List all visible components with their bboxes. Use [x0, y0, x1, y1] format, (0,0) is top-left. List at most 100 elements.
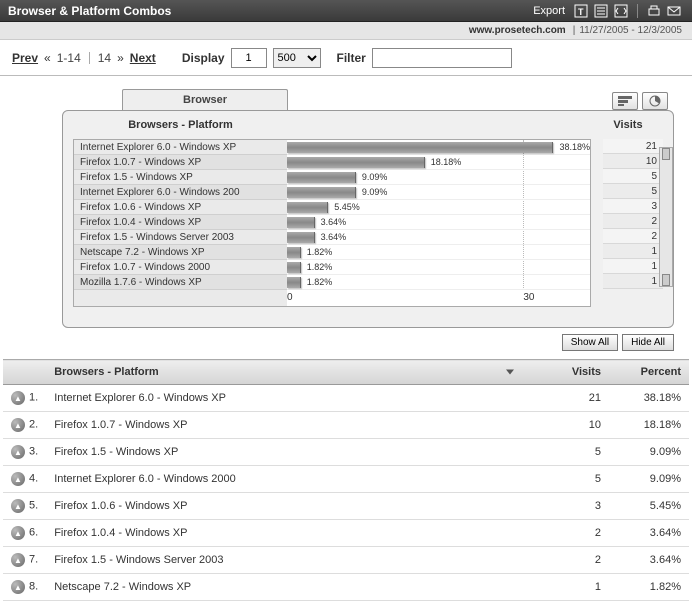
row-name: Firefox 1.5 - Windows XP	[46, 439, 529, 466]
chart-scrollbar[interactable]	[659, 147, 673, 287]
chart-value-row: 5	[603, 169, 663, 184]
chart-bar-percent-label: 1.82%	[307, 247, 333, 257]
chart-bar	[287, 202, 328, 213]
chart-bar-view-button[interactable]	[612, 92, 638, 110]
double-left-icon[interactable]: «	[44, 51, 51, 65]
row-visits: 5	[529, 466, 609, 493]
chart-value-row: 3	[603, 199, 663, 214]
chart-label-row: Internet Explorer 6.0 - Windows 200	[74, 185, 287, 200]
title-bar: Browser & Platform Combos Export T	[0, 0, 692, 22]
hide-all-button[interactable]: Hide All	[622, 334, 674, 351]
chart-value-row: 5	[603, 184, 663, 199]
tab-browser[interactable]: Browser	[122, 89, 288, 110]
row-name: Firefox 1.5 - Windows Server 2003	[46, 547, 529, 574]
chart-right-header: Visits	[593, 119, 663, 131]
chart-pie-view-button[interactable]	[642, 92, 668, 110]
filter-input[interactable]	[372, 48, 512, 68]
col-header-name[interactable]: Browsers - Platform	[46, 360, 529, 385]
page-size-select[interactable]: 500	[273, 48, 321, 68]
email-icon[interactable]	[666, 3, 682, 19]
chart-value-row: 1	[603, 274, 663, 289]
chart-label-row: Firefox 1.0.7 - Windows XP	[74, 155, 287, 170]
table-row[interactable]: ▲5.Firefox 1.0.6 - Windows XP35.45%	[3, 493, 689, 520]
chart-left-header: Browsers - Platform	[73, 119, 288, 131]
chart-bar-percent-label: 38.18%	[559, 142, 590, 152]
date-range: 11/27/2005 - 12/3/2005	[579, 25, 682, 36]
page-range: 1-14	[57, 51, 81, 65]
chart-bar-row: 9.09%	[287, 185, 590, 200]
export-xml-icon[interactable]	[613, 3, 629, 19]
rank-up-icon: ▲	[11, 553, 25, 567]
x-axis-min: 0	[287, 292, 293, 303]
rank-up-icon: ▲	[11, 580, 25, 594]
row-visits: 2	[529, 520, 609, 547]
export-xls-icon[interactable]	[593, 3, 609, 19]
table-row[interactable]: ▲4.Internet Explorer 6.0 - Windows 20005…	[3, 466, 689, 493]
chart-bar	[287, 157, 425, 168]
chart-value-labels: 211055322111	[603, 139, 663, 307]
chart-label-row: Mozilla 1.7.6 - Windows XP	[74, 275, 287, 290]
chart-bar-row: 1.82%	[287, 260, 590, 275]
chart-label-row: Firefox 1.5 - Windows Server 2003	[74, 230, 287, 245]
nav-row: Prev « 1-14 14 » Next Display 500 Filter	[0, 40, 692, 76]
chart-category-labels: Internet Explorer 6.0 - Windows XPFirefo…	[73, 139, 288, 307]
chart-label-row: Firefox 1.0.7 - Windows 2000	[74, 260, 287, 275]
row-visits: 5	[529, 439, 609, 466]
row-name: Internet Explorer 6.0 - Windows XP	[46, 385, 529, 412]
col-header-visits[interactable]: Visits	[529, 360, 609, 385]
export-text-icon[interactable]: T	[573, 3, 589, 19]
display-label: Display	[182, 51, 225, 65]
chart-bar-row: 9.09%	[287, 170, 590, 185]
print-icon[interactable]	[646, 3, 662, 19]
rank-number: 8.	[29, 581, 38, 593]
table-row[interactable]: ▲8.Netscape 7.2 - Windows XP11.82%	[3, 574, 689, 601]
row-visits: 10	[529, 412, 609, 439]
rank-up-icon: ▲	[11, 526, 25, 540]
double-right-icon[interactable]: »	[117, 51, 124, 65]
row-name: Internet Explorer 6.0 - Windows 2000	[46, 466, 529, 493]
row-name: Firefox 1.0.7 - Windows XP	[46, 412, 529, 439]
chart-bar-percent-label: 3.64%	[321, 217, 347, 227]
table-row[interactable]: ▲7.Firefox 1.5 - Windows Server 200323.6…	[3, 547, 689, 574]
row-percent: 18.18%	[609, 412, 689, 439]
chart-bar	[287, 262, 301, 273]
chart-label-row: Firefox 1.0.4 - Windows XP	[74, 215, 287, 230]
chart-value-row: 1	[603, 244, 663, 259]
chart-bar-percent-label: 5.45%	[334, 202, 360, 212]
row-percent: 9.09%	[609, 439, 689, 466]
x-axis-max: 30	[523, 292, 534, 303]
row-percent: 1.82%	[609, 574, 689, 601]
rank-number: 3.	[29, 446, 38, 458]
show-all-button[interactable]: Show All	[562, 334, 618, 351]
page-number-input[interactable]	[231, 48, 267, 68]
chart-bar	[287, 217, 315, 228]
table-row[interactable]: ▲2.Firefox 1.0.7 - Windows XP1018.18%	[3, 412, 689, 439]
col-header-percent[interactable]: Percent	[609, 360, 689, 385]
chart-bar-percent-label: 3.64%	[321, 232, 347, 242]
chart-bar-percent-label: 9.09%	[362, 187, 388, 197]
rank-number: 4.	[29, 473, 38, 485]
row-name: Firefox 1.0.6 - Windows XP	[46, 493, 529, 520]
chart-bar-row: 38.18%	[287, 140, 590, 155]
chart-value-row: 2	[603, 214, 663, 229]
page-title: Browser & Platform Combos	[8, 4, 171, 18]
data-table: Browsers - Platform Visits Percent ▲1.In…	[3, 359, 689, 601]
table-row[interactable]: ▲1.Internet Explorer 6.0 - Windows XP213…	[3, 385, 689, 412]
chart-bar	[287, 277, 301, 288]
chart-bar	[287, 187, 356, 198]
chart-bar-row: 1.82%	[287, 275, 590, 290]
next-link[interactable]: Next	[130, 51, 156, 65]
sort-indicator-icon	[506, 370, 514, 375]
chart-panel: Browser Browsers - Platform Visits Inter…	[62, 86, 674, 328]
table-row[interactable]: ▲6.Firefox 1.0.4 - Windows XP23.64%	[3, 520, 689, 547]
prev-link[interactable]: Prev	[12, 51, 38, 65]
rank-up-icon: ▲	[11, 445, 25, 459]
row-percent: 3.64%	[609, 547, 689, 574]
chart-label-row: Internet Explorer 6.0 - Windows XP	[74, 140, 287, 155]
table-row[interactable]: ▲ 3. Firefox 1.5 - Windows XP59.09%	[3, 439, 689, 466]
info-row: www.prosetech.com | 11/27/2005 - 12/3/20…	[0, 22, 692, 40]
chart-bar-row: 3.64%	[287, 215, 590, 230]
chart-value-row: 21	[603, 139, 663, 154]
row-visits: 2	[529, 547, 609, 574]
rank-number: 2.	[29, 419, 38, 431]
